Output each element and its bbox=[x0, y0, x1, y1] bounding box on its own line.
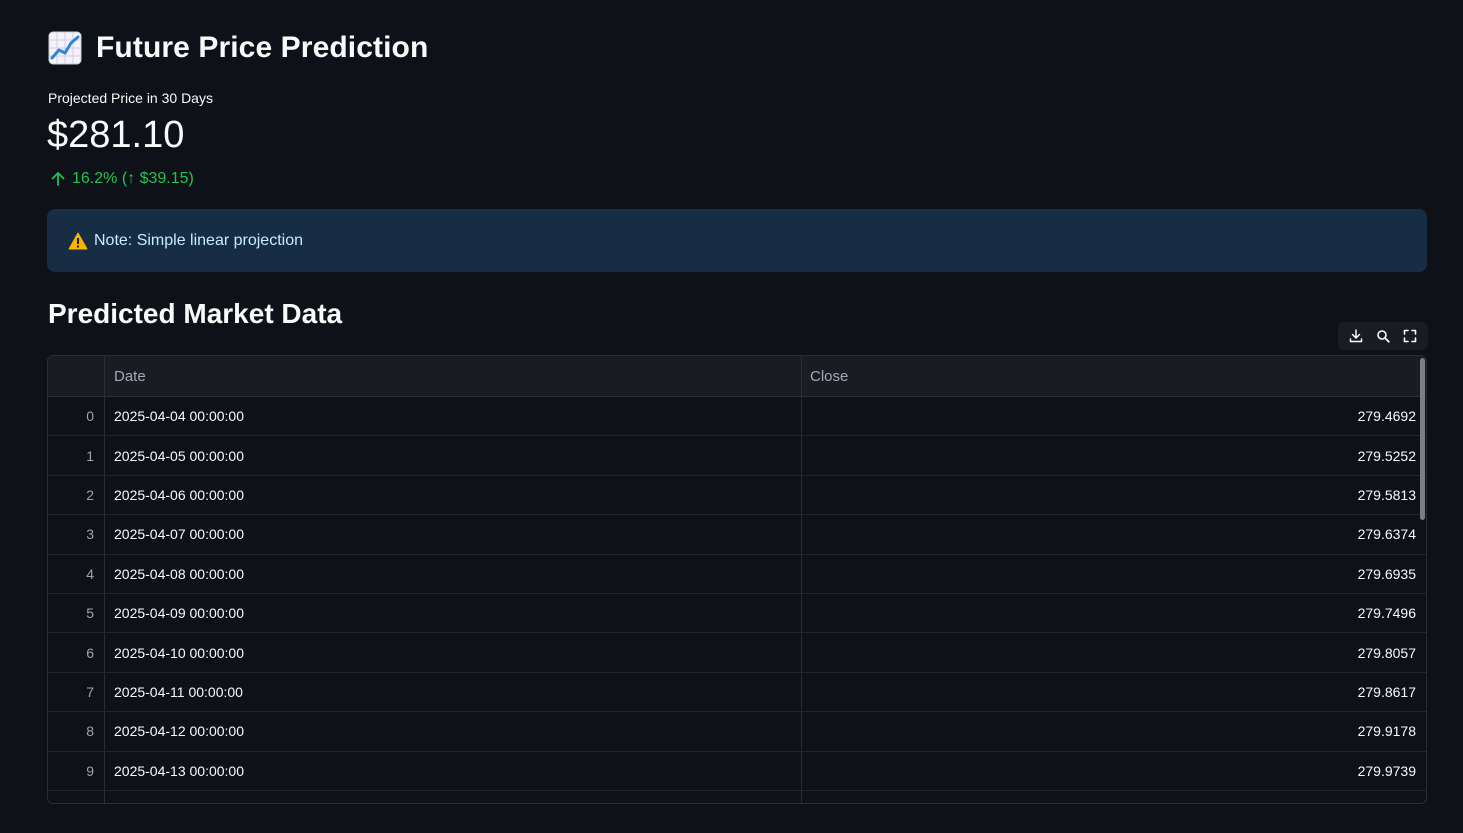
close-cell[interactable]: 279.7496 bbox=[802, 594, 1426, 632]
date-cell[interactable]: 2025-04-09 00:00:00 bbox=[105, 594, 802, 633]
close-cell[interactable]: 279.4692 bbox=[802, 397, 1426, 435]
table-header-row: Date Close bbox=[48, 356, 1426, 397]
metric-delta: 16.2% (↑ $39.15) bbox=[50, 170, 194, 188]
fullscreen-icon bbox=[1404, 329, 1417, 343]
data-table[interactable]: Date Close 0 2025-04-04 00:00:00 279.469… bbox=[47, 355, 1427, 804]
close-cell[interactable]: 279.5813 bbox=[802, 476, 1426, 514]
metric-label: Projected Price in 30 Days bbox=[48, 90, 213, 106]
row-index: 9 bbox=[48, 751, 105, 790]
close-cell[interactable]: 279.6374 bbox=[802, 515, 1426, 553]
section-title: Predicted Market Data bbox=[48, 298, 343, 329]
metric-delta-text: 16.2% (↑ $39.15) bbox=[72, 170, 194, 187]
row-index: 2 bbox=[48, 475, 105, 515]
date-cell[interactable] bbox=[105, 791, 802, 803]
date-cell[interactable]: 2025-04-04 00:00:00 bbox=[105, 397, 802, 436]
date-cell[interactable]: 2025-04-05 00:00:00 bbox=[105, 436, 802, 475]
row-index bbox=[48, 791, 105, 803]
header-date[interactable]: Date bbox=[105, 356, 802, 396]
dataframe-toolbar bbox=[1338, 322, 1428, 350]
table-row[interactable]: 9 2025-04-13 00:00:00 279.9739 bbox=[48, 751, 1426, 791]
table-row[interactable] bbox=[48, 791, 1426, 803]
page-header: Future Price Prediction bbox=[48, 28, 428, 68]
metric-value: $281.10 bbox=[47, 114, 185, 156]
close-cell[interactable]: 279.9178 bbox=[802, 712, 1426, 750]
row-index: 4 bbox=[48, 554, 105, 593]
header-index[interactable] bbox=[48, 356, 105, 396]
close-cell[interactable]: 279.6935 bbox=[802, 555, 1426, 593]
close-cell[interactable]: 279.8057 bbox=[802, 633, 1426, 671]
date-cell[interactable]: 2025-04-11 00:00:00 bbox=[105, 672, 802, 712]
alert-text: Note: Simple linear projection bbox=[94, 231, 303, 249]
table-row[interactable]: 4 2025-04-08 00:00:00 279.6935 bbox=[48, 554, 1426, 594]
close-cell[interactable]: 279.5252 bbox=[802, 436, 1426, 474]
date-cell[interactable]: 2025-04-08 00:00:00 bbox=[105, 554, 802, 593]
date-cell[interactable]: 2025-04-10 00:00:00 bbox=[105, 633, 802, 672]
close-cell[interactable]: 279.9739 bbox=[802, 752, 1426, 790]
table-row[interactable]: 1 2025-04-05 00:00:00 279.5252 bbox=[48, 436, 1426, 476]
row-index: 0 bbox=[48, 397, 105, 436]
download-button[interactable] bbox=[1345, 325, 1367, 347]
warning-icon bbox=[68, 232, 88, 249]
row-index: 7 bbox=[48, 672, 105, 712]
row-index: 6 bbox=[48, 633, 105, 672]
table-row[interactable]: 6 2025-04-10 00:00:00 279.8057 bbox=[48, 633, 1426, 673]
search-icon bbox=[1377, 330, 1390, 343]
table-scrollbar[interactable] bbox=[1420, 358, 1425, 520]
table-row[interactable]: 3 2025-04-07 00:00:00 279.6374 bbox=[48, 515, 1426, 555]
table-row[interactable]: 2 2025-04-06 00:00:00 279.5813 bbox=[48, 475, 1426, 516]
date-cell[interactable]: 2025-04-07 00:00:00 bbox=[105, 515, 802, 554]
close-cell[interactable] bbox=[802, 791, 1426, 803]
download-icon bbox=[1349, 329, 1362, 343]
date-cell[interactable]: 2025-04-12 00:00:00 bbox=[105, 712, 802, 751]
table-row[interactable]: 5 2025-04-09 00:00:00 279.7496 bbox=[48, 594, 1426, 634]
warning-alert: Note: Simple linear projection bbox=[47, 209, 1427, 272]
table-row[interactable]: 7 2025-04-11 00:00:00 279.8617 bbox=[48, 672, 1426, 713]
chart-increasing-icon bbox=[48, 31, 82, 65]
app-page: Future Price Prediction Projected Price … bbox=[0, 0, 1463, 833]
table-row[interactable]: 0 2025-04-04 00:00:00 279.4692 bbox=[48, 397, 1426, 437]
table-row[interactable]: 8 2025-04-12 00:00:00 279.9178 bbox=[48, 712, 1426, 752]
fullscreen-button[interactable] bbox=[1399, 325, 1421, 347]
row-index: 5 bbox=[48, 594, 105, 633]
close-cell[interactable]: 279.8617 bbox=[802, 673, 1426, 711]
date-cell[interactable]: 2025-04-13 00:00:00 bbox=[105, 751, 802, 790]
row-index: 8 bbox=[48, 712, 105, 751]
page-title: Future Price Prediction bbox=[96, 31, 429, 64]
search-button[interactable] bbox=[1372, 325, 1394, 347]
date-cell[interactable]: 2025-04-06 00:00:00 bbox=[105, 475, 802, 515]
row-index: 3 bbox=[48, 515, 105, 554]
row-index: 1 bbox=[48, 436, 105, 475]
arrow-up-icon bbox=[51, 172, 65, 186]
header-close[interactable]: Close bbox=[802, 356, 1426, 396]
